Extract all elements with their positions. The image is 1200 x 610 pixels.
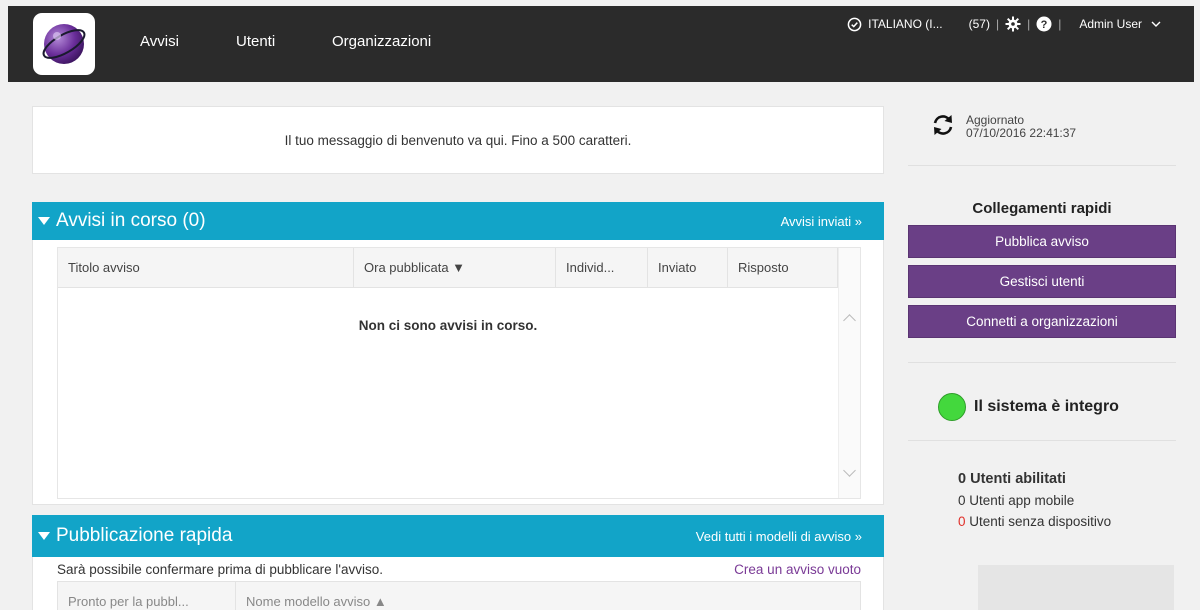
app-logo[interactable]: [33, 13, 95, 75]
alerts-scrollbar[interactable]: [838, 248, 860, 498]
enabled-users-count: 0 Utenti abilitati: [958, 471, 1066, 487]
templates-grid-header: Pronto per la pubbl... Nome modello avvi…: [57, 581, 861, 610]
nav-avvisi[interactable]: Avvisi: [140, 33, 179, 50]
column-header-template-name[interactable]: Nome modello avviso ▲: [236, 582, 838, 610]
alerts-grid: Titolo avviso Ora pubblicata ▼ Individ..…: [57, 247, 861, 499]
mobile-users-count: 0 Utenti app mobile: [958, 493, 1075, 508]
publish-alert-button[interactable]: Pubblica avviso: [908, 225, 1176, 258]
clock-icon: [846, 16, 862, 32]
top-bar: Avvisi Utenti Organizzazioni ITALIANO (I…: [8, 6, 1194, 82]
quick-publish-panel: Sarà possibile confermare prima di pubbl…: [32, 557, 884, 610]
quick-publish-title: Pubblicazione rapida: [56, 525, 233, 546]
last-updated: Aggiornato 07/10/2016 22:41:37: [930, 112, 1076, 141]
system-health: Il sistema è integro: [938, 393, 1119, 421]
column-header-title[interactable]: Titolo avviso: [58, 248, 354, 288]
column-header-individuals[interactable]: Individ...: [556, 248, 648, 288]
sidebar-placeholder-box: [978, 565, 1174, 610]
alerts-header: Avvisi in corso (0) Avvisi inviati »: [32, 202, 884, 240]
sidebar-divider: [908, 362, 1176, 363]
svg-text:?: ?: [1041, 19, 1048, 31]
help-icon[interactable]: ?: [1036, 16, 1052, 32]
separator: |: [1058, 17, 1062, 31]
refresh-icon[interactable]: [930, 112, 956, 141]
column-header-responded[interactable]: Risposto: [728, 248, 838, 288]
user-menu[interactable]: Admin User: [1079, 17, 1142, 31]
column-header-published[interactable]: Ora pubblicata ▼: [354, 248, 556, 288]
alerts-panel: Titolo avviso Ora pubblicata ▼ Individ..…: [32, 240, 884, 505]
manage-users-button[interactable]: Gestisci utenti: [908, 265, 1176, 298]
connect-organizations-button[interactable]: Connetti a organizzazioni: [908, 305, 1176, 338]
updated-time: 07/10/2016 22:41:37: [966, 125, 1077, 140]
sent-alerts-link[interactable]: Avvisi inviati »: [781, 214, 862, 229]
all-templates-link[interactable]: Vedi tutti i modelli di avviso »: [696, 529, 862, 544]
separator: |: [1027, 17, 1031, 31]
globe-logo-icon: [42, 24, 86, 64]
no-device-label: Utenti senza dispositivo: [969, 514, 1112, 529]
alerts-title: Avvisi in corso (0): [56, 210, 206, 231]
scroll-up-icon[interactable]: [843, 314, 856, 327]
welcome-message: Il tuo messaggio di benvenuto va qui. Fi…: [284, 132, 632, 148]
sidebar-divider: [908, 165, 1176, 166]
no-device-count: 0: [958, 514, 966, 529]
quick-publish-header: Pubblicazione rapida Vedi tutti i modell…: [32, 515, 884, 557]
health-status-icon: [938, 393, 966, 421]
quick-publish-title-toggle[interactable]: Pubblicazione rapida: [38, 525, 232, 547]
collapse-triangle-icon: [38, 217, 50, 225]
language-selector[interactable]: ITALIANO (I...: [868, 17, 942, 31]
welcome-panel: Il tuo messaggio di benvenuto va qui. Fi…: [32, 106, 884, 174]
notification-count[interactable]: (57): [969, 17, 990, 31]
scroll-down-icon[interactable]: [843, 464, 856, 477]
alerts-empty-message: Non ci sono avvisi in corso.: [358, 318, 538, 333]
health-status-text: Il sistema è integro: [974, 398, 1119, 415]
updated-label: Aggiornato: [966, 112, 1025, 127]
sidebar-divider: [908, 440, 1176, 441]
quick-publish-note: Sarà possibile confermare prima di pubbl…: [57, 562, 383, 577]
gear-icon[interactable]: [1005, 16, 1021, 32]
users-summary: 0 Utenti abilitati 0 Utenti app mobile 0…: [958, 469, 1111, 532]
no-device-users: 0 Utenti senza dispositivo: [958, 511, 1111, 532]
quick-links-title: Collegamenti rapidi: [972, 200, 1112, 217]
create-empty-alert-link[interactable]: Crea un avviso vuoto: [734, 562, 861, 577]
column-header-sent[interactable]: Inviato: [648, 248, 728, 288]
alerts-title-toggle[interactable]: Avvisi in corso (0): [38, 210, 206, 232]
alerts-grid-header: Titolo avviso Ora pubblicata ▼ Individ..…: [58, 248, 838, 288]
collapse-triangle-icon: [38, 532, 50, 540]
column-header-ready[interactable]: Pronto per la pubbl...: [58, 582, 236, 610]
chevron-down-icon[interactable]: [1148, 16, 1164, 32]
top-right-controls: ITALIANO (I... (57) | | ? | Admin User: [846, 16, 1164, 32]
nav-organizzazioni[interactable]: Organizzazioni: [332, 33, 431, 50]
nav-utenti[interactable]: Utenti: [236, 33, 275, 50]
separator: |: [995, 17, 1000, 31]
